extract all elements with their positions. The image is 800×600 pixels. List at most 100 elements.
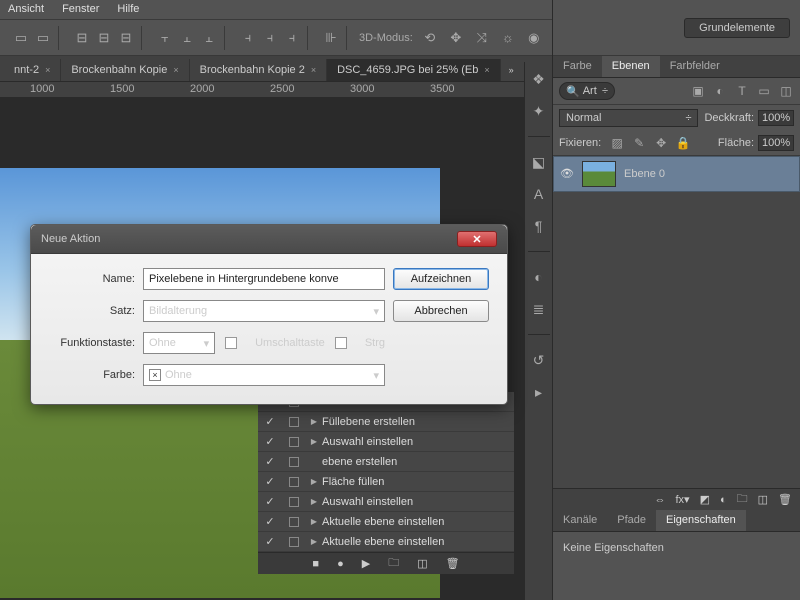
filter-smart-icon[interactable]: ◫: [778, 83, 794, 99]
dialog-toggle[interactable]: [289, 437, 299, 447]
dialog-toggle[interactable]: [289, 477, 299, 487]
expand-icon[interactable]: ▶: [306, 437, 322, 446]
check-icon[interactable]: ✓: [258, 435, 282, 448]
rail-char-icon[interactable]: A: [530, 185, 548, 203]
rail-icon[interactable]: ◐: [530, 268, 548, 286]
rail-actions-icon[interactable]: ▸: [530, 383, 548, 401]
new-action-icon[interactable]: ◫: [417, 557, 427, 570]
align-icon[interactable]: ⊟: [95, 29, 113, 47]
3d-pan-icon[interactable]: ✥: [447, 29, 465, 47]
tab-doc[interactable]: nnt-2×: [4, 59, 61, 81]
layer-row[interactable]: 👁 Ebene 0: [553, 156, 800, 192]
rail-icon[interactable]: ⬕: [530, 153, 548, 171]
dialog-toggle[interactable]: [289, 457, 299, 467]
3d-light-icon[interactable]: ☼: [499, 29, 517, 47]
distribute-icon[interactable]: ⫟: [156, 29, 174, 47]
link-icon[interactable]: ⇔: [654, 494, 665, 506]
expand-icon[interactable]: ▶: [306, 497, 322, 506]
record-icon[interactable]: ●: [337, 558, 344, 570]
trash-icon[interactable]: 🗑: [446, 557, 460, 570]
tab-farbe[interactable]: Farbe: [553, 56, 602, 77]
dialog-toggle[interactable]: [289, 517, 299, 527]
tab-ebenen[interactable]: Ebenen: [602, 56, 660, 77]
adjust-icon[interactable]: ◐: [720, 494, 727, 506]
action-step[interactable]: ✓▶Auswahl einstellen: [258, 492, 514, 512]
misc-icon[interactable]: ⊪: [322, 29, 340, 47]
shift-checkbox[interactable]: [225, 337, 237, 349]
tab-pfade[interactable]: Pfade: [607, 510, 656, 531]
expand-icon[interactable]: ▶: [306, 477, 322, 486]
record-button[interactable]: Aufzeichnen: [393, 268, 489, 290]
folder-icon[interactable]: 🗀: [737, 490, 748, 509]
action-step[interactable]: ✓▶Auswahl einstellen: [258, 432, 514, 452]
action-step[interactable]: ✓▶Füllebene erstellen: [258, 412, 514, 432]
layer-name[interactable]: Ebene 0: [624, 168, 665, 180]
filter-type-icon[interactable]: T: [734, 83, 750, 99]
stop-icon[interactable]: ■: [312, 558, 319, 570]
menu-fenster[interactable]: Fenster: [62, 3, 99, 16]
3d-move-icon[interactable]: ⤨: [473, 29, 491, 47]
ctrl-checkbox[interactable]: [335, 337, 347, 349]
check-icon[interactable]: ✓: [258, 515, 282, 528]
check-icon[interactable]: ✓: [258, 415, 282, 428]
distribute-icon[interactable]: ⫞: [261, 29, 279, 47]
cancel-button[interactable]: Abbrechen: [393, 300, 489, 322]
distribute-icon[interactable]: ⫞: [239, 29, 257, 47]
opacity-input[interactable]: [758, 110, 794, 126]
close-button[interactable]: ✕: [457, 231, 497, 247]
filter-image-icon[interactable]: ▣: [690, 83, 706, 99]
fill-input[interactable]: [758, 135, 794, 151]
dialog-toggle[interactable]: [289, 497, 299, 507]
tab-overflow-icon[interactable]: »: [509, 65, 514, 75]
tab-eigenschaften[interactable]: Eigenschaften: [656, 510, 746, 531]
new-layer-icon[interactable]: ◫: [758, 493, 768, 506]
align-icon[interactable]: ⊟: [117, 29, 135, 47]
mask-icon[interactable]: ◩: [700, 493, 710, 506]
filter-shape-icon[interactable]: ▭: [756, 83, 772, 99]
close-icon[interactable]: ×: [484, 65, 489, 75]
tool-icon[interactable]: ▭: [12, 29, 30, 47]
lock-all-icon[interactable]: 🔒: [675, 135, 691, 151]
set-select[interactable]: Bildalterung▾: [143, 300, 385, 322]
tab-doc[interactable]: Brockenbahn Kopie 2×: [190, 59, 327, 81]
lock-pixels-icon[interactable]: ▨: [609, 135, 625, 151]
lock-move-icon[interactable]: ✥: [653, 135, 669, 151]
menu-hilfe[interactable]: Hilfe: [117, 3, 139, 16]
check-icon[interactable]: ✓: [258, 495, 282, 508]
rail-icon[interactable]: ✦: [530, 102, 548, 120]
check-icon[interactable]: ✓: [258, 535, 282, 548]
layer-filter-search[interactable]: 🔍Art÷: [559, 82, 615, 100]
close-icon[interactable]: ×: [45, 65, 50, 75]
action-step[interactable]: ✓▶Aktuelle ebene einstellen: [258, 512, 514, 532]
name-input[interactable]: [143, 268, 385, 290]
dialog-toggle[interactable]: [289, 537, 299, 547]
fkey-select[interactable]: Ohne▾: [143, 332, 215, 354]
new-set-icon[interactable]: 🗀: [388, 554, 399, 573]
action-step[interactable]: ✓▶Fläche füllen: [258, 472, 514, 492]
close-icon[interactable]: ×: [311, 65, 316, 75]
trash-icon[interactable]: 🗑: [778, 493, 792, 506]
3d-orbit-icon[interactable]: ⟲: [421, 29, 439, 47]
distribute-icon[interactable]: ⫠: [200, 29, 218, 47]
expand-icon[interactable]: ▶: [306, 417, 322, 426]
layer-thumbnail[interactable]: [582, 161, 616, 187]
rail-icon[interactable]: ≣: [530, 300, 548, 318]
rail-para-icon[interactable]: ¶: [530, 217, 548, 235]
dialog-toggle[interactable]: [289, 417, 299, 427]
align-icon[interactable]: ⊟: [73, 29, 91, 47]
distribute-icon[interactable]: ⫠: [178, 29, 196, 47]
rail-history-icon[interactable]: ↺: [530, 351, 548, 369]
fx-icon[interactable]: fx▾: [675, 493, 689, 506]
action-step[interactable]: ✓ebene erstellen: [258, 452, 514, 472]
lock-brush-icon[interactable]: ✎: [631, 135, 647, 151]
tab-doc-active[interactable]: DSC_4659.JPG bei 25% (Eb×»: [327, 59, 501, 81]
play-icon[interactable]: ▶: [362, 557, 370, 570]
color-select[interactable]: ×Ohne▾: [143, 364, 385, 386]
3d-camera-icon[interactable]: ◉: [525, 29, 543, 47]
menu-ansicht[interactable]: Ansicht: [8, 3, 44, 16]
check-icon[interactable]: ✓: [258, 475, 282, 488]
rail-icon[interactable]: ❖: [530, 70, 548, 88]
expand-icon[interactable]: ▶: [306, 517, 322, 526]
workspace-selector[interactable]: Grundelemente: [684, 18, 790, 38]
tool-icon[interactable]: ▭: [34, 29, 52, 47]
